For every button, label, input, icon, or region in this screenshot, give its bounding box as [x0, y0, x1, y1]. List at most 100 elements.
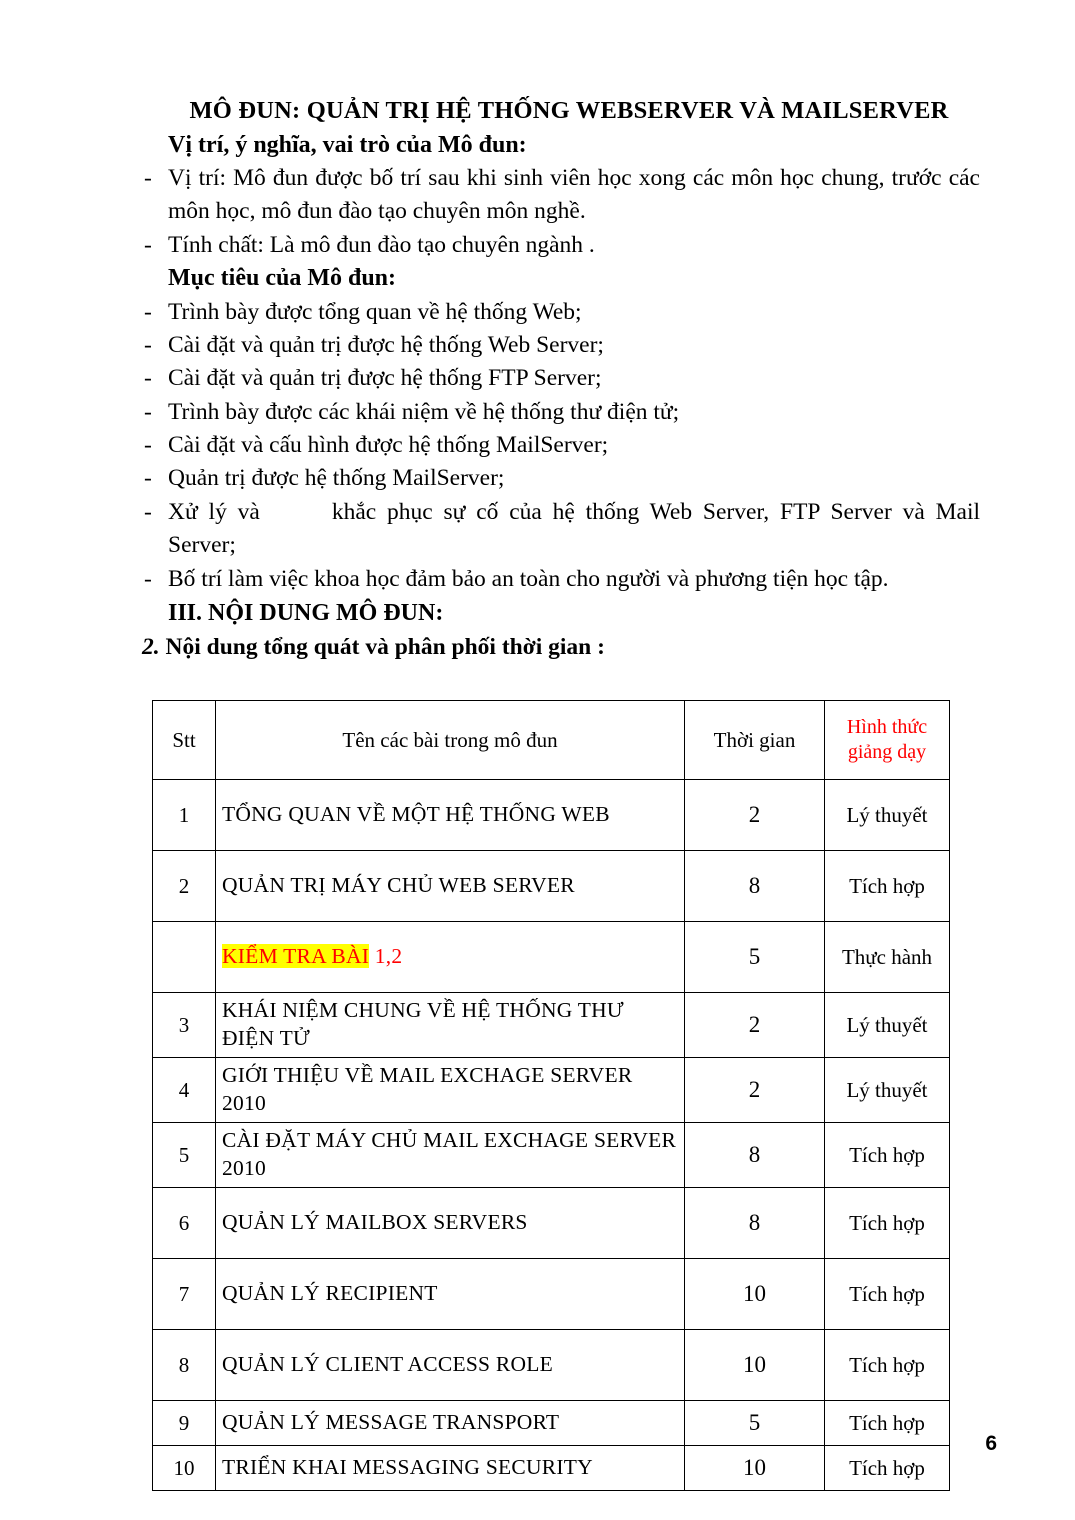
- cell-lesson-name: GIỚI THIỆU VỀ MAIL EXCHAGE SERVER 2010: [215, 1057, 685, 1123]
- cell-teaching-form: Tích hợp: [824, 1258, 950, 1330]
- list-item-objective-2: - Cài đặt và quản trị được hệ thống Web …: [140, 329, 980, 362]
- cell-time: 10: [684, 1445, 825, 1491]
- document-page: MÔ ĐUN: QUẢN TRỊ HỆ THỐNG WEBSERVER VÀ M…: [0, 0, 1075, 1520]
- column-header-teaching-form: Hình thức giảng dạy: [824, 700, 950, 780]
- cell-teaching-form: Tích hợp: [824, 1400, 950, 1446]
- table-row-exam: KIỂM TRA BÀI 1,2 5 Thực hành: [152, 921, 950, 993]
- table-row: 2 QUẢN TRỊ MÁY CHỦ WEB SERVER 8 Tích hợp: [152, 850, 950, 922]
- dash-bullet-icon: -: [144, 498, 152, 525]
- list-item-objective-3: - Cài đặt và quản trị được hệ thống FTP …: [140, 362, 980, 395]
- list-item-text: Tính chất: Là mô đun đào tạo chuyên ngàn…: [168, 231, 595, 258]
- cell-stt: 4: [152, 1057, 216, 1123]
- cell-stt: [152, 921, 216, 993]
- cell-teaching-form: Tích hợp: [824, 1122, 950, 1188]
- cell-time: 8: [684, 1122, 825, 1188]
- cell-teaching-form: Tích hợp: [824, 1329, 950, 1401]
- cell-lesson-name: KHÁI NIỆM CHUNG VỀ HỆ THỐNG THƯ ĐIỆN TỬ: [215, 992, 685, 1058]
- cell-lesson-name: TRIỂN KHAI MESSAGING SECURITY: [215, 1445, 685, 1491]
- dash-bullet-icon: -: [144, 298, 152, 325]
- teaching-form-header-line2: giảng dạy: [847, 741, 927, 763]
- list-item-text: Cài đặt và quản trị được hệ thống Web Se…: [168, 331, 604, 358]
- dash-bullet-icon: -: [144, 565, 152, 592]
- subheading-text: Nội dung tổng quát và phân phối thời gia…: [165, 633, 605, 660]
- table-row: 1 TỔNG QUAN VỀ MỘT HỆ THỐNG WEB 2 Lý thu…: [152, 779, 950, 851]
- dash-bullet-icon: -: [144, 432, 152, 459]
- cell-time: 5: [684, 1400, 825, 1446]
- list-item-text: Vị trí: Mô đun được bố trí sau khi sinh …: [168, 164, 980, 225]
- list-item-troubleshooting: - Xử lý và khắc phục sự cố của hệ thống W…: [140, 496, 980, 563]
- dash-bullet-icon: -: [144, 365, 152, 392]
- cell-lesson-name: QUẢN LÝ MAILBOX SERVERS: [215, 1187, 685, 1259]
- cell-stt: 1: [152, 779, 216, 851]
- dash-bullet-icon: -: [144, 465, 152, 492]
- cell-time: 5: [684, 921, 825, 993]
- table-row: 9 QUẢN LÝ MESSAGE TRANSPORT 5 Tích hợp: [152, 1400, 950, 1446]
- cell-lesson-name: CÀI ĐẶT MÁY CHỦ MAIL EXCHAGE SERVER 2010: [215, 1122, 685, 1188]
- dash-bullet-icon: -: [144, 164, 152, 191]
- dash-bullet-icon: -: [144, 231, 152, 258]
- table-row: 5 CÀI ĐẶT MÁY CHỦ MAIL EXCHAGE SERVER 20…: [152, 1122, 950, 1188]
- table-row: 7 QUẢN LÝ RECIPIENT 10 Tích hợp: [152, 1258, 950, 1330]
- list-item-text: Trình bày được tổng quan về hệ thống Web…: [168, 298, 582, 325]
- list-item-text: Cài đặt và quản trị được hệ thống FTP Se…: [168, 365, 602, 392]
- cell-stt: 6: [152, 1187, 216, 1259]
- cell-stt: 8: [152, 1329, 216, 1401]
- list-item-text: Quản trị được hệ thống MailServer;: [168, 465, 505, 492]
- cell-stt: 9: [152, 1400, 216, 1446]
- dash-bullet-icon: -: [144, 398, 152, 425]
- highlighted-exam-label: KIỂM TRA BÀI: [222, 944, 370, 969]
- cell-stt: 7: [152, 1258, 216, 1330]
- list-item-text-after-gap: khắc phục sự cố của hệ thống Web Server,…: [168, 498, 981, 559]
- cell-stt: 2: [152, 850, 216, 922]
- heading-content: III. NỘI DUNG MÔ ĐUN:: [168, 599, 444, 626]
- module-content-table-wrapper: Stt Tên các bài trong mô đun Thời gian H…: [152, 700, 950, 1491]
- cell-lesson-name: QUẢN LÝ MESSAGE TRANSPORT: [215, 1400, 685, 1446]
- cell-time: 2: [684, 992, 825, 1058]
- list-item-text: Trình bày được các khái niệm về hệ thống…: [168, 398, 680, 425]
- cell-time: 10: [684, 1329, 825, 1401]
- list-item-text: Bố trí làm việc khoa học đảm bảo an toàn…: [168, 565, 889, 592]
- teaching-form-header-text: Hình thức giảng dạy: [831, 715, 943, 765]
- subheading-content-overview: 2. Nội dung tổng quát và phân phối thời …: [140, 630, 980, 664]
- cell-stt: 10: [152, 1445, 216, 1491]
- heading-objectives: Mục tiêu của Mô đun:: [168, 265, 396, 292]
- cell-teaching-form: Lý thuyết: [824, 1057, 950, 1123]
- table-row: 4 GIỚI THIỆU VỀ MAIL EXCHAGE SERVER 2010…: [152, 1057, 950, 1123]
- list-item-position-1: - Vị trí: Mô đun được bố trí sau khi sin…: [140, 162, 980, 229]
- column-header-stt: Stt: [152, 700, 216, 780]
- cell-time: 10: [684, 1258, 825, 1330]
- heading-position: Vị trí, ý nghĩa, vai trò của Mô đun:: [168, 131, 527, 158]
- cell-teaching-form: Tích hợp: [824, 1187, 950, 1259]
- list-item-objective-5: - Cài đặt và cấu hình được hệ thống Mail…: [140, 429, 980, 462]
- cell-lesson-name: QUẢN LÝ RECIPIENT: [215, 1258, 685, 1330]
- module-content-table: Stt Tên các bài trong mô đun Thời gian H…: [152, 700, 950, 1491]
- cell-lesson-name: KIỂM TRA BÀI 1,2: [215, 921, 685, 993]
- table-row: 6 QUẢN LÝ MAILBOX SERVERS 8 Tích hợp: [152, 1187, 950, 1259]
- exam-lesson-numbers-value: 1,2: [374, 944, 403, 969]
- cell-teaching-form: Tích hợp: [824, 1445, 950, 1491]
- cell-time: 8: [684, 850, 825, 922]
- teaching-form-header-line1: Hình thức: [846, 716, 928, 738]
- table-header: Stt Tên các bài trong mô đun Thời gian H…: [152, 700, 950, 780]
- dash-bullet-icon: -: [144, 331, 152, 358]
- cell-teaching-form: Tích hợp: [824, 850, 950, 922]
- column-header-time: Thời gian: [684, 700, 825, 780]
- cell-lesson-name: QUẢN TRỊ MÁY CHỦ WEB SERVER: [215, 850, 685, 922]
- list-item-objective-6: - Quản trị được hệ thống MailServer;: [140, 462, 980, 495]
- cell-time: 8: [684, 1187, 825, 1259]
- table-row: 10 TRIỂN KHAI MESSAGING SECURITY 10 Tích…: [152, 1445, 950, 1491]
- cell-lesson-name: QUẢN LÝ CLIENT ACCESS ROLE: [215, 1329, 685, 1401]
- column-header-lesson-name: Tên các bài trong mô đun: [215, 700, 685, 780]
- cell-stt: 3: [152, 992, 216, 1058]
- list-item-objective-4: - Trình bày được các khái niệm về hệ thố…: [140, 396, 980, 429]
- list-item-objective-1: - Trình bày được tổng quan về hệ thống W…: [140, 296, 980, 329]
- table-body: 1 TỔNG QUAN VỀ MỘT HỆ THỐNG WEB 2 Lý thu…: [152, 779, 950, 1491]
- table-row: 8 QUẢN LÝ CLIENT ACCESS ROLE 10 Tích hợp: [152, 1329, 950, 1401]
- cell-lesson-name: TỔNG QUAN VỀ MỘT HỆ THỐNG WEB: [215, 779, 685, 851]
- list-item-objective-7: - Bố trí làm việc khoa học đảm bảo an to…: [140, 563, 980, 596]
- page-title: MÔ ĐUN: QUẢN TRỊ HỆ THỐNG WEBSERVER VÀ M…: [189, 97, 949, 124]
- page-number: 6: [985, 1432, 997, 1455]
- subheading-number: 2.: [142, 633, 160, 660]
- table-row: 3 KHÁI NIỆM CHUNG VỀ HỆ THỐNG THƯ ĐIỆN T…: [152, 992, 950, 1058]
- table-header-row: Stt Tên các bài trong mô đun Thời gian H…: [152, 700, 950, 780]
